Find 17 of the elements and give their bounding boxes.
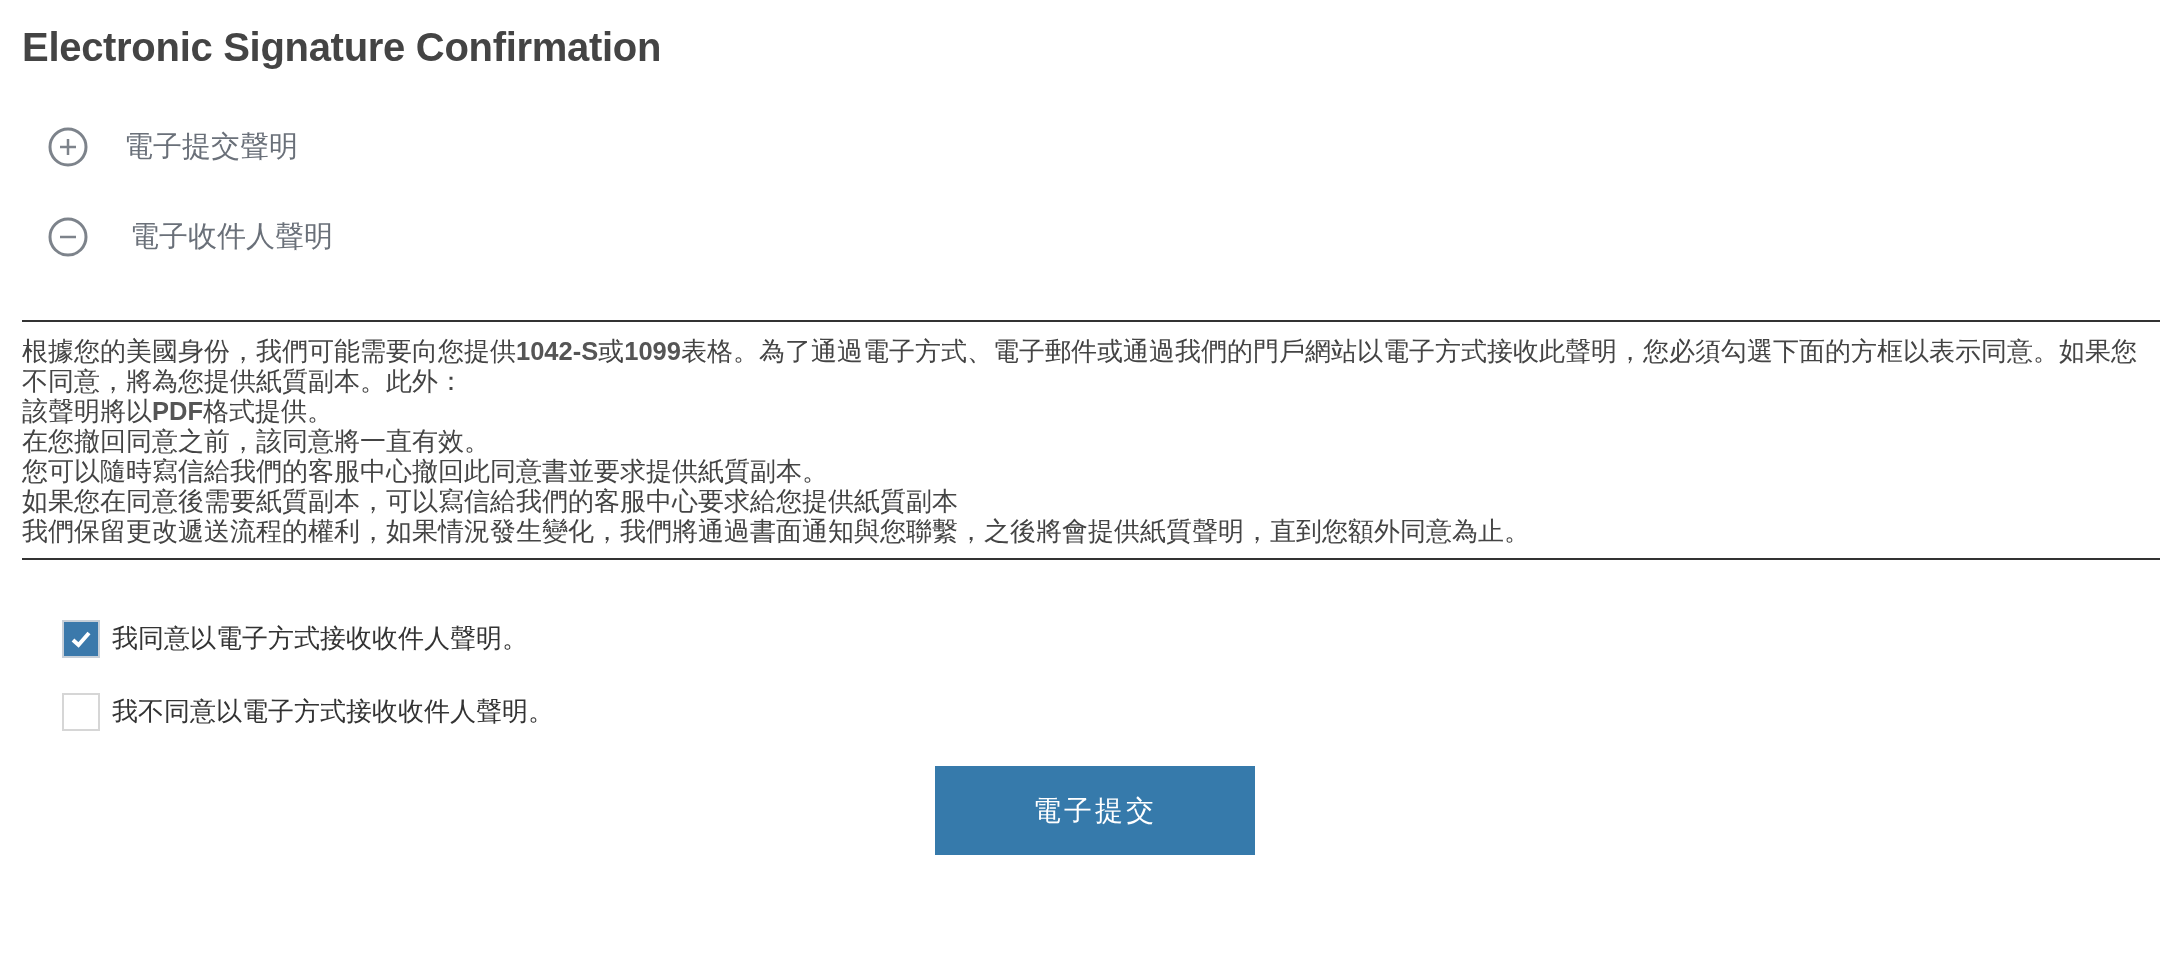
statement-line: 如果您在同意後需要紙質副本，可以寫信給我們的客服中心要求給您提供紙質副本 [22,486,959,516]
statement-paragraph: 根據您的美國身份，我們可能需要向您提供1042-S或1099表格。為了通過電子方式、電子郵件或通過我們的門戶網站以電子方式接收此聲明，您必須勾選下面的方框以表示同意。如果您不同意，將為您提供紙質副本。此外： [22,336,2138,396]
submit-button[interactable]: 電子提交 [935,766,1255,855]
checkbox-label: 我不同意以電子方式接收收件人聲明。 [112,695,554,728]
collapse-icon[interactable] [48,217,88,257]
section-heading[interactable]: 電子提交聲明 [124,127,298,167]
checkbox[interactable] [62,692,100,731]
statement-line: 您可以隨時寫信給我們的客服中心撤回此同意書並要求提供紙質副本。 [22,456,829,486]
statement-line: 我們保留更改遞送流程的權利，如果情況發生變化，我們將通過書面通知與您聯繫，之後將會提供紙質聲明，直到您額外同意為止。 [22,516,1531,546]
section-heading[interactable]: 電子收件人聲明 [130,217,333,257]
expand-icon[interactable] [48,127,88,167]
checkbox-label: 我同意以電子方式接收收件人聲明。 [112,622,528,655]
statement-line: 在您撤回同意之前，該同意將一直有效。 [22,426,491,456]
checkmark-icon [71,629,91,648]
page-title: Electronic Signature Confirmation [22,24,663,71]
checkbox[interactable] [62,619,100,658]
statement-line: 該聲明將以PDF格式提供。 [22,396,334,426]
